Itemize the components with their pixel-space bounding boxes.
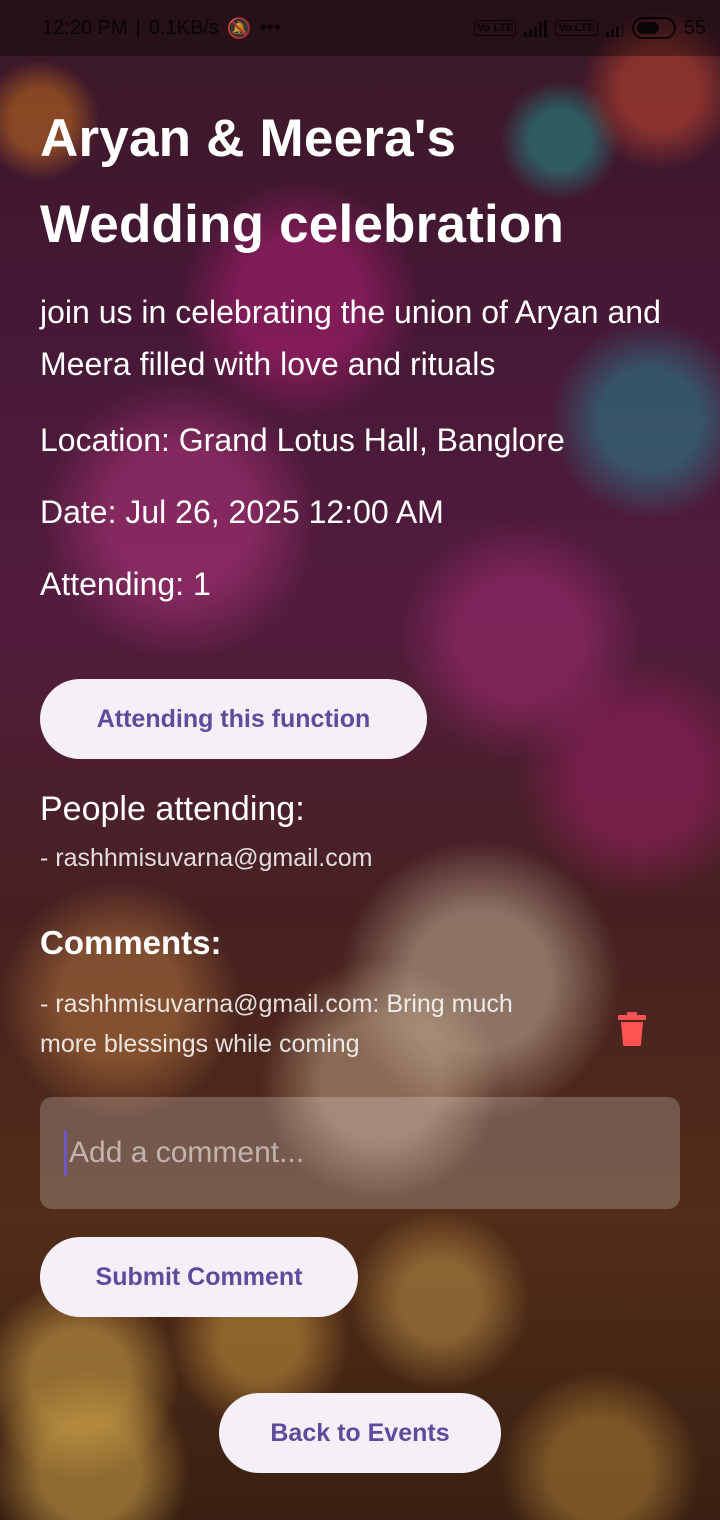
status-bar: 12:20 PM | 0.1KB/s 🔕 ••• Vo LTE Vo LTE 5…	[0, 0, 720, 56]
attend-button[interactable]: Attending this function	[40, 679, 427, 759]
comment-item: - rashhmisuvarna@gmail.com: Bring much m…	[40, 990, 513, 1058]
signal-icon-2	[605, 19, 624, 37]
delete-comment-icon[interactable]	[618, 1012, 646, 1046]
status-time: 12:20 PM	[42, 16, 128, 39]
people-attending-heading: People attending:	[40, 790, 305, 828]
comment-input[interactable]: Add a comment...	[40, 1097, 680, 1209]
mute-icon: 🔕	[226, 17, 252, 40]
event-title: Aryan & Meera's Wedding celebration	[40, 109, 565, 254]
event-description: join us in celebrating the union of Arya…	[40, 294, 661, 382]
battery-icon	[631, 17, 676, 39]
signal-icon-1	[524, 19, 548, 37]
battery-level: 55	[683, 16, 706, 39]
event-date: Date: Jul 26, 2025 12:00 AM	[40, 494, 444, 530]
text-cursor	[64, 1130, 67, 1176]
event-details: Aryan & Meera's Wedding celebration join…	[40, 96, 680, 606]
submit-comment-button[interactable]: Submit Comment	[40, 1237, 358, 1317]
comments-heading: Comments:	[40, 924, 222, 961]
attendee-item: - rashhmisuvarna@gmail.com	[40, 844, 373, 872]
volte-badge-1: Vo LTE	[474, 20, 517, 36]
back-to-events-button[interactable]: Back to Events	[219, 1393, 501, 1473]
event-location: Location: Grand Lotus Hall, Banglore	[40, 422, 565, 458]
status-speed: 0.1KB/s	[148, 16, 219, 39]
attending-count: Attending: 1	[40, 566, 211, 602]
volte-badge-2: Vo LTE	[555, 20, 598, 36]
comment-input-placeholder: Add a comment...	[69, 1136, 305, 1169]
more-dots: •••	[259, 16, 281, 39]
